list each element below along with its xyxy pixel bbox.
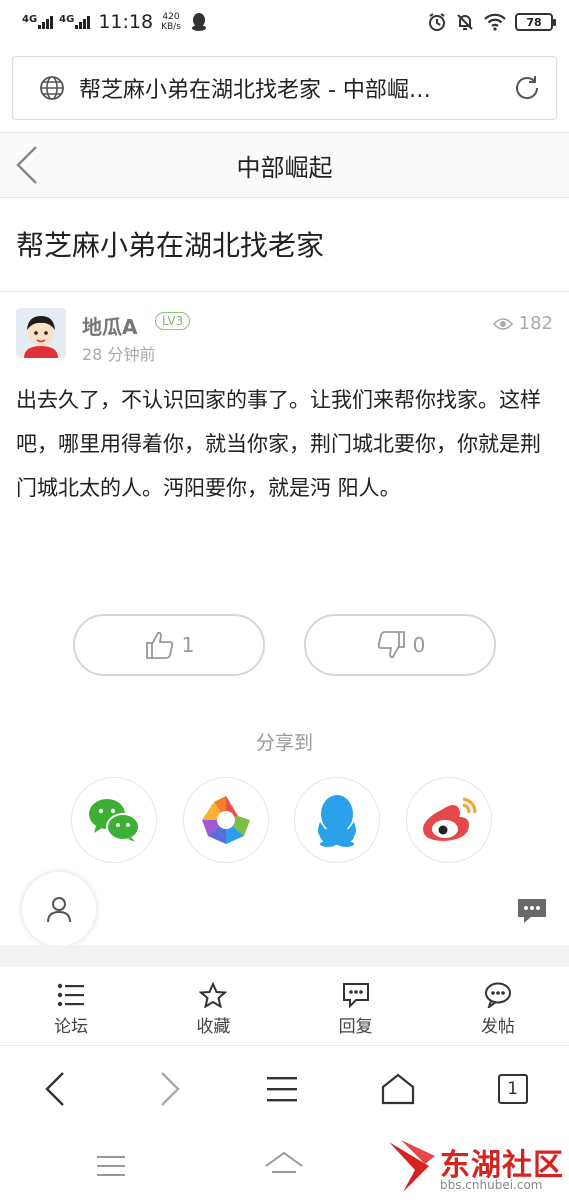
wechat-icon xyxy=(89,799,140,842)
browser-menu-icon[interactable] xyxy=(266,1074,298,1104)
browser-back-icon[interactable] xyxy=(41,1071,71,1107)
tab-new-post[interactable]: 发帖 xyxy=(427,968,569,1045)
share-weibo-button[interactable] xyxy=(406,777,492,863)
share-wechat-button[interactable] xyxy=(71,777,157,863)
view-count: 182 xyxy=(492,313,553,334)
watermark-url: bbs.cnhubei.com xyxy=(440,1178,543,1192)
browser-nav-bar: 1 xyxy=(0,1047,569,1131)
share-moments-button[interactable] xyxy=(183,777,269,863)
share-label: 分享到 xyxy=(255,732,313,754)
user-icon xyxy=(47,897,71,923)
like-button[interactable]: 1 xyxy=(73,614,265,676)
status-bar: 4G 4G 11:18 420 KB/s 78 xyxy=(0,0,569,44)
signal-icon: 4G xyxy=(22,15,54,29)
share-qq-button[interactable] xyxy=(294,777,380,863)
tab-reply[interactable]: 回复 xyxy=(285,968,427,1045)
thumbs-up-icon xyxy=(145,631,173,659)
moments-icon xyxy=(202,796,250,844)
page-header: 中部崛起 xyxy=(0,132,569,198)
post-time: 28 分钟前 xyxy=(82,345,156,364)
eye-icon xyxy=(492,317,513,330)
bottom-tab-bar: 论坛 收藏 回复 发帖 xyxy=(0,968,569,1046)
view-count-value: 182 xyxy=(518,313,553,334)
qq-icon xyxy=(318,795,356,847)
address-bar[interactable]: 帮芝麻小弟在湖北找老家 - 中部崛… xyxy=(12,56,557,120)
avatar[interactable] xyxy=(16,308,66,358)
back-chevron-icon[interactable] xyxy=(14,145,42,185)
signal-icon-2: 4G xyxy=(59,15,91,29)
dislike-button[interactable]: 0 xyxy=(304,614,496,676)
forum-title: 中部崛起 xyxy=(236,153,333,182)
level-badge: LV3 xyxy=(155,312,191,330)
comment-float-icon[interactable] xyxy=(515,896,549,926)
like-count: 1 xyxy=(181,633,195,657)
chat-bubble-icon xyxy=(484,982,511,1008)
status-time: 11:18 xyxy=(98,11,154,33)
comment-icon xyxy=(342,983,369,1008)
system-home-icon[interactable] xyxy=(264,1150,304,1180)
author-name[interactable]: 地瓜A xyxy=(82,311,137,340)
post-body: 出去久了，不认识回家的事了。让我们来帮你找家。这样吧，哪里用得着你，就当你家，荆… xyxy=(16,388,541,500)
network-speed: 420 KB/s xyxy=(161,12,181,32)
mute-bell-icon xyxy=(457,14,473,30)
star-icon xyxy=(199,982,228,1008)
user-profile-button[interactable] xyxy=(22,872,96,946)
page-url-title[interactable]: 帮芝麻小弟在湖北找老家 - 中部崛… xyxy=(79,72,502,104)
tab-forum[interactable]: 论坛 xyxy=(0,968,142,1045)
weibo-icon xyxy=(423,797,477,841)
battery-indicator: 78 xyxy=(515,13,556,31)
refresh-icon[interactable] xyxy=(512,73,542,103)
browser-home-icon[interactable] xyxy=(381,1073,415,1105)
globe-icon xyxy=(40,76,64,100)
dislike-count: 0 xyxy=(412,633,426,657)
alarm-icon xyxy=(429,13,445,31)
qq-notification-icon xyxy=(191,13,206,31)
divider xyxy=(0,291,569,292)
tab-favorites[interactable]: 收藏 xyxy=(142,968,284,1045)
list-icon xyxy=(57,983,85,1007)
thumbs-down-icon xyxy=(377,631,405,659)
post-title: 帮芝麻小弟在湖北找老家 xyxy=(16,229,325,262)
section-divider xyxy=(0,945,569,967)
system-menu-icon[interactable] xyxy=(96,1154,126,1178)
wifi-icon xyxy=(484,13,506,31)
browser-tabs-button[interactable]: 1 xyxy=(497,1074,528,1104)
browser-forward-icon[interactable] xyxy=(154,1071,184,1107)
